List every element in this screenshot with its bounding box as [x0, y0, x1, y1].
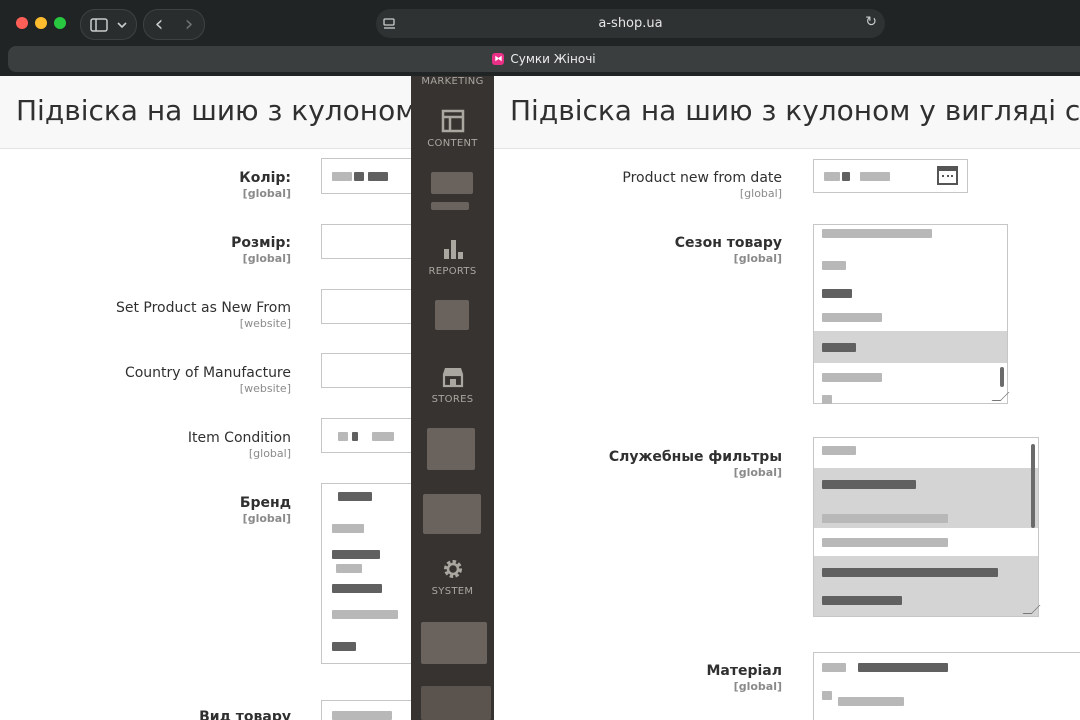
gear-icon: [443, 560, 462, 578]
country-select[interactable]: [321, 353, 411, 388]
brand-label: Бренд [global]: [239, 495, 291, 525]
sidebar-icon: [89, 17, 108, 32]
nav-item-marketing[interactable]: MARKETING: [411, 76, 494, 87]
right-page-title: Підвіска на шию з кулоном у вигляді сер.…: [510, 94, 1080, 127]
product-type-select[interactable]: [321, 700, 411, 720]
nav-item-obscured-2[interactable]: [435, 300, 469, 330]
size-select[interactable]: [321, 224, 411, 259]
favicon-icon: ⧓: [492, 53, 505, 65]
zoom-window-button[interactable]: [54, 17, 66, 29]
nav-label-content: CONTENT: [427, 138, 478, 149]
nav-label-stores: STORES: [431, 394, 474, 405]
browser-window-chrome: ‹ › a-shop.ua ↻ ⧓ Сумки Жіночі: [0, 0, 1080, 76]
service-filters-scrollbar[interactable]: [1031, 444, 1035, 528]
admin-sidebar-nav: MARKETING CONTENT REPORTS STORES SYSTEM: [411, 76, 494, 720]
left-page-title: Підвіска на шию з кулоном у: [16, 94, 411, 127]
season-label: Сезон товару [global]: [674, 235, 782, 265]
nav-item-obscured[interactable]: [431, 172, 473, 194]
calendar-icon[interactable]: [937, 166, 958, 185]
forward-button[interactable]: ›: [185, 13, 194, 35]
chevron-down-icon: [116, 21, 127, 28]
active-tab[interactable]: ⧓ Сумки Жіночі: [8, 46, 1080, 72]
nav-item-content[interactable]: CONTENT: [411, 108, 494, 149]
size-attribute-label: Розмір: [global]: [231, 235, 291, 265]
product-type-label: Вид товару: [199, 709, 291, 720]
nav-item-obscured-3[interactable]: [427, 428, 475, 470]
item-condition-select[interactable]: [321, 418, 411, 453]
nav-item-system[interactable]: SYSTEM: [411, 556, 494, 597]
nav-label-system: SYSTEM: [431, 586, 474, 597]
nav-item-obscured-6[interactable]: [421, 686, 491, 720]
product-new-from-date-label: Product new from date [global]: [622, 170, 782, 200]
country-label: Country of Manufacture [website]: [124, 365, 291, 395]
resize-handle-icon[interactable]: [991, 392, 1010, 401]
nav-label-obscured: [431, 202, 469, 210]
reload-icon[interactable]: ↻: [865, 14, 877, 30]
close-window-button[interactable]: [16, 17, 28, 29]
layout-icon: [441, 109, 464, 133]
item-condition-label: Item Condition [global]: [187, 430, 291, 460]
service-filters-label: Служебные фильтры [global]: [608, 449, 782, 479]
sidebar-toggle-button[interactable]: [80, 9, 137, 40]
back-button[interactable]: ‹: [155, 13, 164, 35]
address-bar[interactable]: a-shop.ua ↻: [376, 9, 885, 38]
color-attribute-label: Колір: [global]: [239, 170, 291, 200]
minimize-window-button[interactable]: [35, 17, 47, 29]
material-label: Матеріал [global]: [706, 663, 782, 693]
storefront-icon: [442, 368, 463, 388]
product-new-from-date-input[interactable]: [813, 159, 968, 193]
nav-item-reports[interactable]: REPORTS: [411, 236, 494, 277]
left-product-panel: Підвіска на шию з кулоном у Колір: [globa…: [0, 76, 411, 720]
brand-multiselect[interactable]: [321, 483, 411, 664]
season-scrollbar[interactable]: [1000, 367, 1004, 387]
bar-chart-icon: [443, 240, 463, 259]
page-menu-icon: [383, 18, 395, 29]
service-filter-option-selected-2[interactable]: [814, 556, 1038, 616]
tab-title: Сумки Жіночі: [510, 52, 596, 66]
new-from-label: Set Product as New From [website]: [115, 300, 291, 330]
nav-item-obscured-4[interactable]: [423, 494, 481, 534]
right-product-panel: Підвіска на шию з кулоном у вигляді сер.…: [494, 76, 1080, 720]
new-from-input[interactable]: [321, 289, 411, 324]
material-multiselect[interactable]: [813, 652, 1080, 720]
nav-item-obscured-5[interactable]: [421, 622, 487, 664]
right-page-header: Підвіска на шию з кулоном у вигляді сер.…: [494, 76, 1080, 149]
left-page-header: Підвіска на шию з кулоном у: [0, 76, 411, 149]
nav-item-stores[interactable]: STORES: [411, 364, 494, 405]
season-multiselect[interactable]: [813, 224, 1010, 404]
nav-label-reports: REPORTS: [428, 266, 477, 277]
service-filters-multiselect[interactable]: [813, 437, 1041, 617]
history-nav: ‹ ›: [143, 9, 205, 40]
color-select[interactable]: [321, 158, 411, 194]
url-text: a-shop.ua: [598, 16, 663, 31]
